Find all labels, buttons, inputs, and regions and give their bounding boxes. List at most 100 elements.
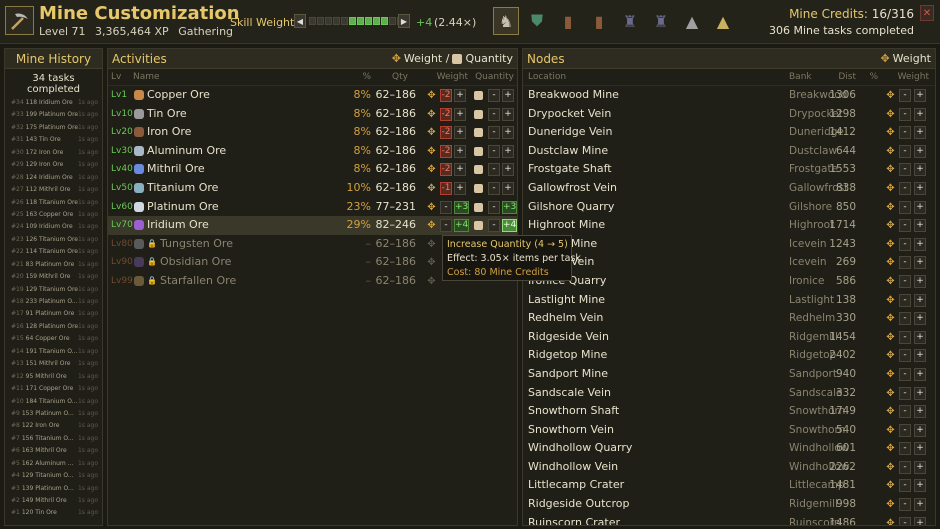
node-row[interactable]: Snowthorn Vein Snowthorn 540 ✥ - + [523,421,935,440]
node-row[interactable]: Windhollow Vein Windhollow 2262 ✥ - + [523,458,935,477]
node-weight-decrease-button[interactable]: - [899,405,911,419]
node-row[interactable]: Windhollow Quarry Windhollow 601 ✥ - + [523,439,935,458]
activity-row[interactable]: Lv40 Mithril Ore 8% 62–186 ✥ -2 + - + [108,160,517,179]
node-row[interactable]: Dustclaw Mine Dustclaw 644 ✥ - + [523,142,935,161]
node-weight-increase-button[interactable]: + [914,293,926,307]
node-row[interactable]: Highroot Mine Highroot 1714 ✥ - + [523,216,935,235]
activity-row[interactable]: Lv10 Tin Ore 8% 62–186 ✥ -2 + - + [108,105,517,124]
node-weight-increase-button[interactable]: + [914,237,926,251]
node-row[interactable]: Duneridge Vein Duneridge 1412 ✥ - + [523,123,935,142]
activity-row[interactable]: Lv1 Copper Ore 8% 62–186 ✥ -2 + - + [108,86,517,105]
quantity-decrease-button[interactable]: - [488,200,500,214]
node-row[interactable]: Ridgeside Vein Ridgemill 1454 ✥ - + [523,328,935,347]
quantity-decrease-button[interactable]: - [488,144,500,158]
node-weight-decrease-button[interactable]: - [899,274,911,288]
quantity-increase-button[interactable]: + [502,89,514,102]
node-weight-increase-button[interactable]: + [914,163,926,177]
node-row[interactable]: Littlecamp Crater Littlecamp 1481 ✥ - + [523,476,935,495]
node-weight-decrease-button[interactable]: - [899,219,911,233]
node-row[interactable]: Ridgeside Outcrop Ridgemill 998 ✥ - + [523,495,935,514]
equipment-tab[interactable]: ♜ [617,7,643,35]
node-weight-decrease-button[interactable]: - [899,479,911,493]
node-weight-decrease-button[interactable]: - [899,200,911,214]
node-weight-decrease-button[interactable]: - [899,126,911,140]
node-weight-increase-button[interactable]: + [914,516,926,525]
equipment-tab[interactable]: ♞ [493,7,519,35]
node-weight-increase-button[interactable]: + [914,274,926,288]
node-weight-decrease-button[interactable]: - [899,181,911,195]
quantity-increase-button[interactable]: + [502,181,514,195]
node-weight-increase-button[interactable]: + [914,330,926,344]
node-weight-decrease-button[interactable]: - [899,498,911,512]
node-weight-increase-button[interactable]: + [914,460,926,474]
quantity-increase-button[interactable]: + [502,144,514,158]
node-row[interactable]: Gallowfrost Vein Gallowfrost 838 ✥ - + [523,179,935,198]
activity-row[interactable]: Lv50 Titanium Ore 10% 62–186 ✥ -1 + - + [108,179,517,198]
node-weight-decrease-button[interactable]: - [899,423,911,437]
weight-decrease-button[interactable]: - [440,219,452,233]
equipment-tab[interactable]: ▮ [586,7,612,35]
quantity-value[interactable]: +4 [502,219,517,233]
node-weight-increase-button[interactable]: + [914,256,926,270]
node-row[interactable]: Frostgate Shaft Frostgate 1553 ✥ - + [523,160,935,179]
weight-increase-button[interactable]: + [454,89,466,102]
node-weight-decrease-button[interactable]: - [899,293,911,307]
quantity-value[interactable]: +3 [502,200,517,214]
node-weight-decrease-button[interactable]: - [899,386,911,400]
node-weight-increase-button[interactable]: + [914,479,926,493]
node-row[interactable]: Redhelm Vein Redhelm 330 ✥ - + [523,309,935,328]
node-row[interactable]: Ruinscorn Crater Ruinscorn 1486 ✥ - + [523,514,935,525]
node-row[interactable]: Gilshore Quarry Gilshore 850 ✥ - + [523,198,935,217]
node-weight-decrease-button[interactable]: - [899,312,911,326]
node-weight-increase-button[interactable]: + [914,405,926,419]
node-row[interactable]: Icevein MineIcevein1243✥-+ [523,235,935,254]
quantity-decrease-button[interactable]: - [488,107,500,121]
close-icon[interactable]: ✕ [920,5,934,21]
equipment-tab[interactable]: ▮ [555,7,581,35]
equipment-tab[interactable]: ♜ [648,7,674,35]
node-weight-decrease-button[interactable]: - [899,89,911,102]
activity-row[interactable]: Lv30 Aluminum Ore 8% 62–186 ✥ -2 + - + [108,142,517,161]
weight-increase-button[interactable]: + [454,107,466,121]
activity-row[interactable]: Lv70 Iridium Ore 29% 82–246 ✥ - +4- +4 [108,216,517,235]
activities-toggle[interactable]: ✥ Weight / Quantity [392,49,513,69]
quantity-increase-button[interactable]: + [502,107,514,121]
node-row[interactable]: Breakwood Mine Breakwood 1306 ✥ - + [523,86,935,105]
node-weight-increase-button[interactable]: + [914,126,926,140]
node-row[interactable]: Snowthorn Shaft Snowthorn 1749 ✥ - + [523,402,935,421]
equipment-tab[interactable]: ▲ [710,7,736,35]
node-row[interactable]: Ironice QuarryIronice586✥-+ [523,272,935,291]
node-row[interactable]: Lastlight Mine Lastlight 138 ✥ - + [523,291,935,310]
quantity-decrease-button[interactable]: - [488,181,500,195]
node-row[interactable]: Sandport Mine Sandport 940 ✥ - + [523,365,935,384]
quantity-increase-button[interactable]: + [502,163,514,177]
node-weight-increase-button[interactable]: + [914,107,926,121]
node-weight-decrease-button[interactable]: - [899,349,911,363]
node-row[interactable]: Drypocket Vein Drypocket 1298 ✥ - + [523,105,935,124]
weight-increase-button[interactable]: + [454,126,466,140]
node-row[interactable]: Icevein VeinIcevein269✥-+ [523,253,935,272]
node-weight-increase-button[interactable]: + [914,442,926,456]
node-weight-increase-button[interactable]: + [914,144,926,158]
node-weight-decrease-button[interactable]: - [899,367,911,381]
weight-increase-button[interactable]: + [454,144,466,158]
node-weight-increase-button[interactable]: + [914,423,926,437]
node-weight-increase-button[interactable]: + [914,498,926,512]
equipment-tab[interactable]: ▲ [679,7,705,35]
quantity-increase-button[interactable]: + [502,126,514,140]
weight-increase-button[interactable]: + [454,181,466,195]
quantity-decrease-button[interactable]: - [488,89,500,102]
quantity-decrease-button[interactable]: - [488,163,500,177]
nodes-weight-toggle[interactable]: ✥ Weight [880,49,931,69]
node-weight-decrease-button[interactable]: - [899,516,911,525]
skill-weight-decrease-button[interactable]: ◀ [294,14,306,28]
node-weight-decrease-button[interactable]: - [899,107,911,121]
node-weight-decrease-button[interactable]: - [899,442,911,456]
weight-increase-button[interactable]: + [454,163,466,177]
skill-weight-increase-button[interactable]: ▶ [398,14,410,28]
node-weight-increase-button[interactable]: + [914,312,926,326]
activity-row[interactable]: Lv20 Iron Ore 8% 62–186 ✥ -2 + - + [108,123,517,142]
node-weight-increase-button[interactable]: + [914,219,926,233]
node-weight-decrease-button[interactable]: - [899,330,911,344]
node-weight-decrease-button[interactable]: - [899,237,911,251]
